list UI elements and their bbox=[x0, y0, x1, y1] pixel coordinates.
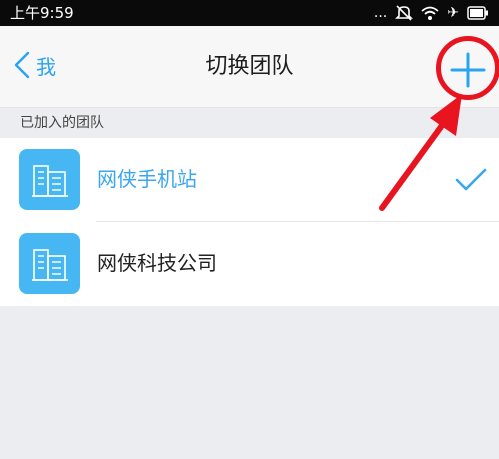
back-button[interactable]: 我 bbox=[14, 50, 56, 84]
screen: 上午9:59 ... ✈ 我 切换团队 已加入的团队 网侠手机站 网侠科技公司 bbox=[0, 0, 499, 459]
team-name: 网侠科技公司 bbox=[97, 251, 217, 275]
team-avatar bbox=[19, 149, 80, 210]
section-label: 已加入的团队 bbox=[20, 115, 104, 131]
muted-icon bbox=[395, 5, 414, 21]
battery-icon bbox=[467, 6, 489, 20]
more-dots-icon: ... bbox=[373, 5, 388, 21]
section-header: 已加入的团队 bbox=[0, 108, 499, 138]
nav-bar: 我 切换团队 bbox=[0, 26, 499, 108]
team-list: 网侠手机站 网侠科技公司 bbox=[0, 138, 499, 306]
page-title: 切换团队 bbox=[205, 54, 294, 79]
team-row[interactable]: 网侠手机站 bbox=[0, 138, 499, 222]
building-icon bbox=[31, 164, 68, 197]
airplane-icon: ✈ bbox=[447, 5, 459, 21]
team-avatar bbox=[19, 233, 80, 294]
team-name: 网侠手机站 bbox=[97, 167, 197, 191]
chevron-left-icon bbox=[14, 51, 30, 83]
status-time: 上午9:59 bbox=[10, 4, 74, 22]
plus-icon bbox=[450, 52, 486, 88]
checkmark-icon bbox=[455, 168, 487, 191]
team-row[interactable]: 网侠科技公司 bbox=[0, 222, 499, 306]
building-icon bbox=[31, 248, 68, 281]
status-icons: ... ✈ bbox=[374, 3, 489, 23]
status-bar: 上午9:59 ... ✈ bbox=[0, 0, 499, 26]
back-label: 我 bbox=[36, 55, 56, 79]
wifi-icon bbox=[421, 5, 439, 21]
add-team-button[interactable] bbox=[446, 48, 490, 92]
